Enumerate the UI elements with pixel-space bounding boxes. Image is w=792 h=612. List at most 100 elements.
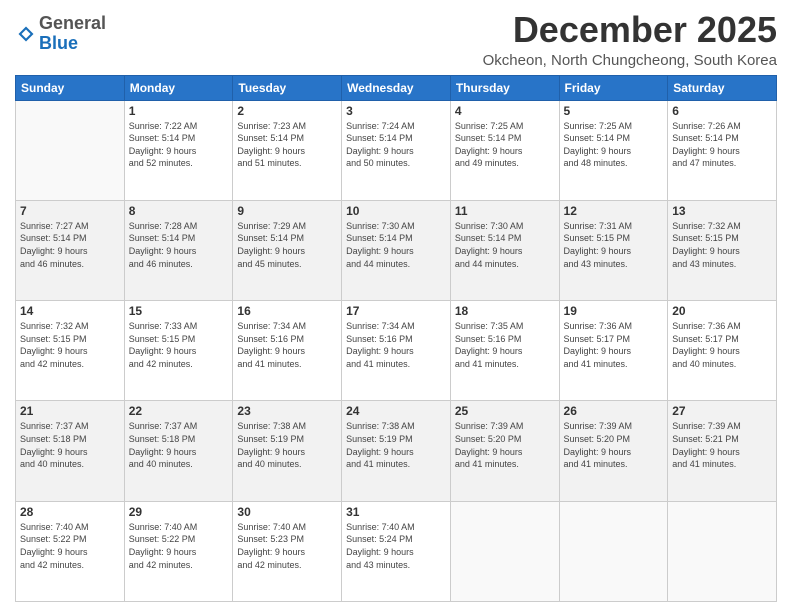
- day-info: Sunrise: 7:40 AM Sunset: 5:23 PM Dayligh…: [237, 521, 337, 571]
- day-info: Sunrise: 7:36 AM Sunset: 5:17 PM Dayligh…: [564, 320, 664, 370]
- day-info: Sunrise: 7:40 AM Sunset: 5:24 PM Dayligh…: [346, 521, 446, 571]
- day-number: 4: [455, 104, 555, 118]
- calendar-cell: 23 Sunrise: 7:38 AM Sunset: 5:19 PM Dayli…: [233, 401, 342, 501]
- header: General Blue December 2025 Okcheon, Nort…: [15, 10, 777, 69]
- day-info: Sunrise: 7:39 AM Sunset: 5:20 PM Dayligh…: [455, 420, 555, 470]
- day-info: Sunrise: 7:35 AM Sunset: 5:16 PM Dayligh…: [455, 320, 555, 370]
- day-info: Sunrise: 7:29 AM Sunset: 5:14 PM Dayligh…: [237, 220, 337, 270]
- calendar-cell: 13 Sunrise: 7:32 AM Sunset: 5:15 PM Dayli…: [668, 200, 777, 300]
- day-number: 10: [346, 204, 446, 218]
- calendar-cell: 21 Sunrise: 7:37 AM Sunset: 5:18 PM Dayli…: [16, 401, 125, 501]
- calendar-cell: 12 Sunrise: 7:31 AM Sunset: 5:15 PM Dayli…: [559, 200, 668, 300]
- day-info: Sunrise: 7:38 AM Sunset: 5:19 PM Dayligh…: [237, 420, 337, 470]
- day-header-saturday: Saturday: [668, 75, 777, 100]
- calendar-cell: 30Sunrise: 7:40 AM Sunset: 5:23 PM Dayli…: [233, 501, 342, 601]
- calendar-cell: 17 Sunrise: 7:34 AM Sunset: 5:16 PM Dayli…: [342, 301, 451, 401]
- calendar-cell: 5 Sunrise: 7:25 AM Sunset: 5:14 PM Daylig…: [559, 100, 668, 200]
- calendar-cell: 16 Sunrise: 7:34 AM Sunset: 5:16 PM Dayli…: [233, 301, 342, 401]
- calendar-cell: 2 Sunrise: 7:23 AM Sunset: 5:14 PM Daylig…: [233, 100, 342, 200]
- day-info: Sunrise: 7:30 AM Sunset: 5:14 PM Dayligh…: [455, 220, 555, 270]
- day-number: 2: [237, 104, 337, 118]
- day-header-thursday: Thursday: [450, 75, 559, 100]
- calendar-cell: [668, 501, 777, 601]
- day-number: 31: [346, 505, 446, 519]
- day-number: 19: [564, 304, 664, 318]
- day-number: 3: [346, 104, 446, 118]
- logo: General Blue: [15, 14, 106, 54]
- calendar-cell: 19 Sunrise: 7:36 AM Sunset: 5:17 PM Dayli…: [559, 301, 668, 401]
- calendar-week-3: 14 Sunrise: 7:32 AM Sunset: 5:15 PM Dayli…: [16, 301, 777, 401]
- calendar-cell: [559, 501, 668, 601]
- day-number: 21: [20, 404, 120, 418]
- calendar-cell: 27 Sunrise: 7:39 AM Sunset: 5:21 PM Dayli…: [668, 401, 777, 501]
- day-info: Sunrise: 7:24 AM Sunset: 5:14 PM Dayligh…: [346, 120, 446, 170]
- calendar-week-2: 7Sunrise: 7:27 AM Sunset: 5:14 PM Daylig…: [16, 200, 777, 300]
- day-number: 29: [129, 505, 229, 519]
- day-info: Sunrise: 7:31 AM Sunset: 5:15 PM Dayligh…: [564, 220, 664, 270]
- day-number: 5: [564, 104, 664, 118]
- day-info: Sunrise: 7:23 AM Sunset: 5:14 PM Dayligh…: [237, 120, 337, 170]
- calendar-cell: 11Sunrise: 7:30 AM Sunset: 5:14 PM Dayli…: [450, 200, 559, 300]
- calendar-cell: 14 Sunrise: 7:32 AM Sunset: 5:15 PM Dayli…: [16, 301, 125, 401]
- day-number: 23: [237, 404, 337, 418]
- day-number: 27: [672, 404, 772, 418]
- calendar-cell: 29 Sunrise: 7:40 AM Sunset: 5:22 PM Dayli…: [124, 501, 233, 601]
- day-info: Sunrise: 7:27 AM Sunset: 5:14 PM Dayligh…: [20, 220, 120, 270]
- calendar-cell: 9 Sunrise: 7:29 AM Sunset: 5:14 PM Daylig…: [233, 200, 342, 300]
- day-info: Sunrise: 7:34 AM Sunset: 5:16 PM Dayligh…: [346, 320, 446, 370]
- calendar-header-row: SundayMondayTuesdayWednesdayThursdayFrid…: [16, 75, 777, 100]
- day-number: 25: [455, 404, 555, 418]
- day-number: 14: [20, 304, 120, 318]
- day-number: 18: [455, 304, 555, 318]
- month-title: December 2025: [483, 10, 777, 50]
- day-number: 9: [237, 204, 337, 218]
- day-number: 15: [129, 304, 229, 318]
- day-info: Sunrise: 7:28 AM Sunset: 5:14 PM Dayligh…: [129, 220, 229, 270]
- calendar: SundayMondayTuesdayWednesdayThursdayFrid…: [15, 75, 777, 602]
- day-number: 16: [237, 304, 337, 318]
- calendar-cell: 1Sunrise: 7:22 AM Sunset: 5:14 PM Daylig…: [124, 100, 233, 200]
- day-number: 17: [346, 304, 446, 318]
- day-info: Sunrise: 7:40 AM Sunset: 5:22 PM Dayligh…: [129, 521, 229, 571]
- calendar-cell: 25 Sunrise: 7:39 AM Sunset: 5:20 PM Dayli…: [450, 401, 559, 501]
- page: General Blue December 2025 Okcheon, Nort…: [0, 0, 792, 612]
- day-number: 20: [672, 304, 772, 318]
- day-info: Sunrise: 7:37 AM Sunset: 5:18 PM Dayligh…: [20, 420, 120, 470]
- calendar-cell: 22 Sunrise: 7:37 AM Sunset: 5:18 PM Dayli…: [124, 401, 233, 501]
- day-info: Sunrise: 7:39 AM Sunset: 5:20 PM Dayligh…: [564, 420, 664, 470]
- day-info: Sunrise: 7:36 AM Sunset: 5:17 PM Dayligh…: [672, 320, 772, 370]
- calendar-cell: 10 Sunrise: 7:30 AM Sunset: 5:14 PM Dayli…: [342, 200, 451, 300]
- day-info: Sunrise: 7:32 AM Sunset: 5:15 PM Dayligh…: [672, 220, 772, 270]
- day-info: Sunrise: 7:39 AM Sunset: 5:21 PM Dayligh…: [672, 420, 772, 470]
- day-number: 12: [564, 204, 664, 218]
- day-number: 26: [564, 404, 664, 418]
- day-info: Sunrise: 7:30 AM Sunset: 5:14 PM Dayligh…: [346, 220, 446, 270]
- day-info: Sunrise: 7:25 AM Sunset: 5:14 PM Dayligh…: [564, 120, 664, 170]
- calendar-week-1: 1Sunrise: 7:22 AM Sunset: 5:14 PM Daylig…: [16, 100, 777, 200]
- calendar-cell: 18 Sunrise: 7:35 AM Sunset: 5:16 PM Dayli…: [450, 301, 559, 401]
- title-block: December 2025 Okcheon, North Chungcheong…: [483, 10, 777, 69]
- day-info: Sunrise: 7:22 AM Sunset: 5:14 PM Dayligh…: [129, 120, 229, 170]
- calendar-cell: [16, 100, 125, 200]
- calendar-cell: 8 Sunrise: 7:28 AM Sunset: 5:14 PM Daylig…: [124, 200, 233, 300]
- day-number: 8: [129, 204, 229, 218]
- calendar-week-4: 21 Sunrise: 7:37 AM Sunset: 5:18 PM Dayli…: [16, 401, 777, 501]
- calendar-cell: 20 Sunrise: 7:36 AM Sunset: 5:17 PM Dayli…: [668, 301, 777, 401]
- calendar-cell: 7Sunrise: 7:27 AM Sunset: 5:14 PM Daylig…: [16, 200, 125, 300]
- day-number: 13: [672, 204, 772, 218]
- calendar-cell: 31 Sunrise: 7:40 AM Sunset: 5:24 PM Dayli…: [342, 501, 451, 601]
- calendar-cell: 6Sunrise: 7:26 AM Sunset: 5:14 PM Daylig…: [668, 100, 777, 200]
- logo-icon: [17, 25, 35, 43]
- day-number: 6: [672, 104, 772, 118]
- day-header-sunday: Sunday: [16, 75, 125, 100]
- calendar-cell: [450, 501, 559, 601]
- day-info: Sunrise: 7:34 AM Sunset: 5:16 PM Dayligh…: [237, 320, 337, 370]
- calendar-week-5: 28 Sunrise: 7:40 AM Sunset: 5:22 PM Dayli…: [16, 501, 777, 601]
- calendar-cell: 15Sunrise: 7:33 AM Sunset: 5:15 PM Dayli…: [124, 301, 233, 401]
- logo-general-text: General: [39, 13, 106, 33]
- day-number: 24: [346, 404, 446, 418]
- day-info: Sunrise: 7:37 AM Sunset: 5:18 PM Dayligh…: [129, 420, 229, 470]
- day-number: 22: [129, 404, 229, 418]
- day-number: 28: [20, 505, 120, 519]
- day-info: Sunrise: 7:32 AM Sunset: 5:15 PM Dayligh…: [20, 320, 120, 370]
